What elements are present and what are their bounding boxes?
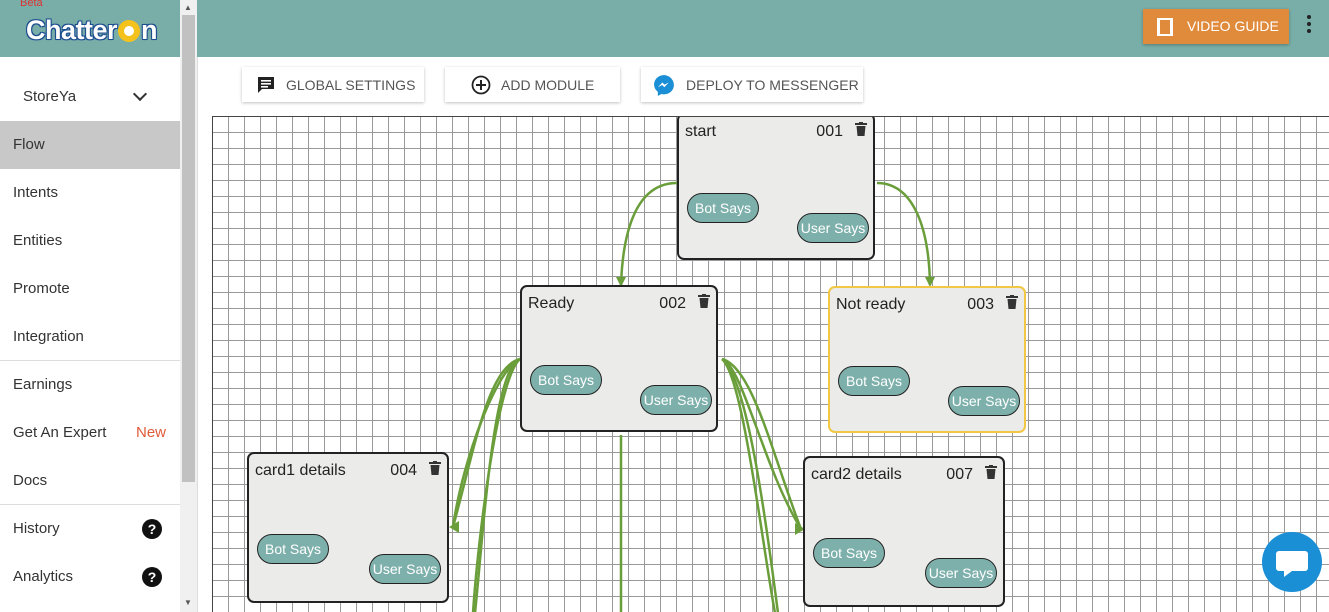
sidebar-item-history[interactable]: History ?	[0, 505, 180, 553]
flow-node[interactable]: card1 details 004 Bot Says User Says	[247, 452, 449, 603]
user-says-button[interactable]: User Says	[925, 558, 997, 588]
sidebar-item-entities[interactable]: Entities	[0, 217, 180, 265]
scrollbar-thumb[interactable]	[182, 15, 195, 482]
chatteron-logo: Chatter n	[26, 15, 158, 45]
global-settings-button[interactable]: GLOBAL SETTINGS	[242, 67, 424, 102]
logo-area[interactable]: Beta Chatter n	[0, 0, 180, 57]
sidebar-item-label: Integration	[13, 328, 84, 345]
bot-says-button[interactable]: Bot Says	[687, 193, 759, 223]
chat-widget-button[interactable]	[1262, 532, 1322, 592]
video-guide-button[interactable]: VIDEO GUIDE	[1143, 9, 1289, 44]
edge-ready-down-r	[721, 358, 777, 612]
node-id: 002	[659, 295, 686, 312]
node-id: 004	[390, 462, 417, 479]
node-title: start	[685, 123, 717, 140]
trash-icon[interactable]	[429, 461, 441, 475]
sidebar-scrollbar[interactable]: ▲ ▼	[180, 0, 197, 612]
node-id: 003	[967, 296, 994, 313]
deploy-to-messenger-button[interactable]: DEPLOY TO MESSENGER	[641, 67, 863, 102]
node-title: card2 details	[811, 466, 902, 483]
deploy-label: DEPLOY TO MESSENGER	[686, 77, 859, 93]
flow-node-selected[interactable]: Not ready 003 Bot Says User Says	[828, 286, 1026, 433]
sidebar-item-label: Flow	[13, 136, 45, 153]
add-circle-icon	[471, 75, 491, 95]
flow-node[interactable]: Ready 002 Bot Says User Says	[520, 285, 718, 432]
trash-icon[interactable]	[698, 294, 710, 308]
user-says-button[interactable]: User Says	[640, 385, 712, 415]
sidebar-item-intents[interactable]: Intents	[0, 169, 180, 217]
flow-node[interactable]: start 001 Bot Says User Says	[677, 117, 875, 260]
add-module-button[interactable]: ADD MODULE	[445, 67, 620, 102]
bot-says-button[interactable]: Bot Says	[813, 538, 885, 568]
new-badge: New	[136, 424, 167, 441]
bot-says-button[interactable]: Bot Says	[838, 366, 910, 396]
edge-ready-down	[473, 357, 521, 612]
sidebar-item-earnings[interactable]: Earnings	[0, 361, 180, 409]
node-id: 001	[816, 123, 843, 140]
bot-says-button[interactable]: Bot Says	[530, 365, 602, 395]
beta-label: Beta	[20, 0, 43, 9]
user-says-button[interactable]: User Says	[797, 213, 869, 243]
flow-node[interactable]: card2 details 007 Bot Says User Says	[803, 456, 1005, 607]
sidebar-item-get-an-expert[interactable]: Get An Expert New	[0, 409, 180, 457]
user-says-button[interactable]: User Says	[948, 386, 1020, 416]
store-selector[interactable]: StoreYa	[0, 73, 180, 121]
sidebar: Beta Chatter n StoreYa Flow Intents Entit…	[0, 0, 198, 612]
sidebar-item-label: Earnings	[13, 376, 73, 393]
global-settings-label: GLOBAL SETTINGS	[286, 77, 416, 93]
scroll-up-arrow-icon[interactable]: ▲	[184, 3, 192, 12]
trash-icon[interactable]	[1006, 295, 1018, 309]
user-says-button[interactable]: User Says	[369, 554, 441, 584]
help-icon[interactable]: ?	[142, 567, 162, 587]
trash-icon[interactable]	[855, 122, 867, 136]
edge-ready-down-b	[471, 358, 521, 612]
sidebar-item-label: Intents	[13, 184, 59, 201]
help-icon[interactable]: ?	[142, 519, 162, 539]
sidebar-item-label: Analytics	[13, 568, 74, 585]
edge-start-notready	[876, 181, 932, 286]
sidebar-item-label: History	[13, 520, 60, 537]
sidebar-item-docs[interactable]: Docs	[0, 457, 180, 505]
sidebar-item-label: Docs	[13, 472, 48, 489]
sidebar-item-integration[interactable]: Integration	[0, 313, 180, 361]
more-options-icon[interactable]	[1307, 15, 1311, 36]
logo-o-icon	[118, 20, 141, 42]
node-title: Ready	[528, 295, 575, 312]
sidebar-item-label: Entities	[13, 232, 63, 249]
sidebar-item-flow[interactable]: Flow	[0, 121, 180, 169]
scroll-down-arrow-icon[interactable]: ▼	[184, 598, 192, 607]
chat-settings-icon	[258, 77, 274, 93]
trash-icon[interactable]	[985, 465, 997, 479]
video-guide-label: VIDEO GUIDE	[1187, 18, 1279, 34]
sidebar-item-label: Promote	[13, 280, 70, 297]
chevron-down-icon	[132, 86, 148, 102]
bot-says-button[interactable]: Bot Says	[257, 534, 329, 564]
node-id: 007	[946, 466, 973, 483]
node-title: Not ready	[836, 296, 906, 313]
film-icon	[1157, 18, 1173, 36]
node-title: card1 details	[255, 462, 346, 479]
add-module-label: ADD MODULE	[501, 77, 595, 93]
flow-canvas[interactable]: start 001 Bot Says User Says Ready 002 B…	[212, 116, 1329, 612]
messenger-icon	[654, 75, 674, 96]
sidebar-item-label: Get An Expert	[13, 424, 107, 441]
sidebar-item-analytics[interactable]: Analytics ?	[0, 553, 180, 601]
top-bar: VIDEO GUIDE	[197, 0, 1329, 57]
chat-bubble-icon	[1276, 551, 1308, 577]
edge-start-ready	[619, 181, 678, 286]
store-name: StoreYa	[23, 88, 77, 105]
sidebar-item-promote[interactable]: Promote	[0, 265, 180, 313]
